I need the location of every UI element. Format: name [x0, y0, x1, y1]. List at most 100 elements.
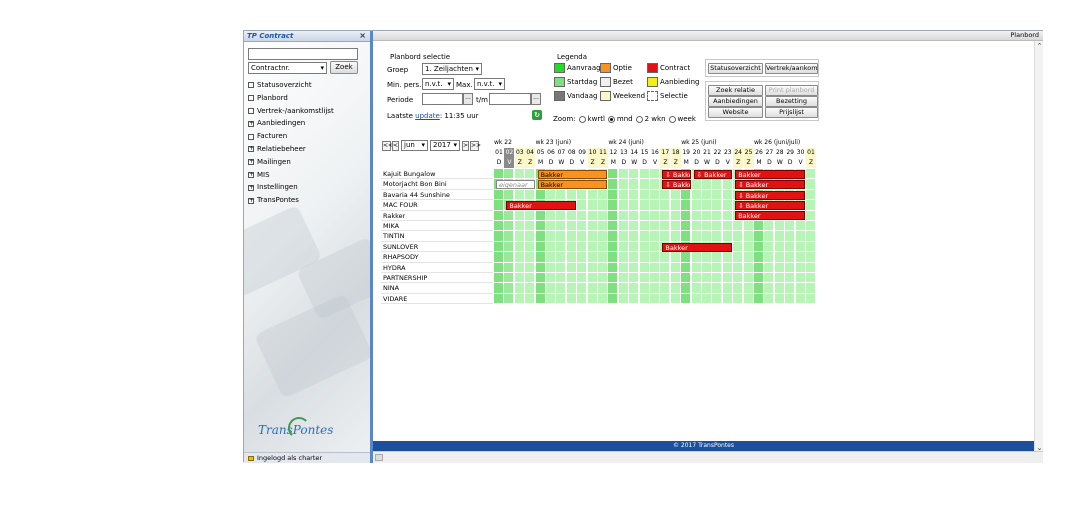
booking-bar[interactable]: Bakker — [735, 169, 805, 179]
grid-cell[interactable] — [546, 231, 556, 242]
periode-from-input[interactable] — [422, 93, 463, 105]
grid-cell[interactable] — [733, 221, 744, 232]
grid-cell[interactable] — [556, 262, 567, 273]
grid-cell[interactable] — [660, 273, 671, 284]
grid-cell[interactable] — [722, 189, 733, 201]
grid-cell[interactable] — [754, 252, 764, 263]
sidebar-item[interactable]: + Relatiebeheer — [248, 143, 334, 156]
grid-cell[interactable] — [514, 262, 525, 273]
grid-cell[interactable] — [608, 179, 619, 190]
grid-cell[interactable] — [629, 273, 640, 284]
grid-cell[interactable] — [764, 252, 775, 263]
grid-cell[interactable] — [681, 283, 692, 294]
grid-cell[interactable] — [598, 221, 608, 232]
grid-cell[interactable] — [774, 221, 785, 232]
grid-cell[interactable] — [722, 231, 733, 242]
boat-name[interactable]: MIKA — [381, 221, 493, 232]
grid-cell[interactable] — [702, 221, 712, 232]
grid-cell[interactable] — [629, 231, 640, 242]
grid-cell[interactable] — [546, 273, 556, 284]
close-icon[interactable]: × — [359, 31, 366, 40]
prev-period-button[interactable]: < — [392, 141, 399, 151]
grid-cell[interactable] — [608, 200, 619, 211]
horizontal-scrollbar[interactable] — [373, 451, 1043, 463]
grid-cell[interactable] — [514, 189, 525, 201]
grid-cell[interactable] — [618, 169, 629, 180]
grid-cell[interactable] — [566, 210, 577, 221]
boat-name[interactable]: VIDARE — [381, 293, 493, 305]
grid-cell[interactable] — [598, 273, 608, 284]
grid-cell[interactable] — [691, 179, 702, 190]
boat-name[interactable]: TINTIN — [381, 231, 493, 242]
grid-cell[interactable] — [514, 169, 525, 180]
grid-cell[interactable] — [494, 169, 504, 180]
grid-cell[interactable] — [722, 210, 733, 221]
grid-cell[interactable] — [795, 252, 806, 263]
grid-cell[interactable] — [504, 189, 515, 201]
grid-cell[interactable] — [556, 252, 567, 263]
grid-cell[interactable] — [806, 169, 816, 180]
boat-name[interactable]: NINA — [381, 283, 493, 294]
grid-cell[interactable] — [691, 189, 702, 201]
grid-cell[interactable] — [608, 189, 619, 201]
grid-cell[interactable] — [618, 293, 629, 305]
grid-cell[interactable] — [629, 221, 640, 232]
grid-cell[interactable] — [702, 200, 712, 211]
grid-cell[interactable] — [546, 189, 556, 201]
grid-cell[interactable] — [691, 293, 702, 305]
grid-cell[interactable] — [650, 283, 660, 294]
grid-cell[interactable] — [629, 200, 640, 211]
grid-cell[interactable] — [587, 241, 598, 253]
update-link[interactable]: update — [415, 112, 440, 120]
grid-cell[interactable] — [733, 262, 744, 273]
sidebar-item[interactable]: + Aanbiedingen — [248, 117, 334, 130]
grid-cell[interactable] — [618, 221, 629, 232]
booking-bar[interactable]: Bakker — [735, 211, 805, 221]
grid-cell[interactable] — [504, 241, 515, 253]
grid-cell[interactable] — [681, 262, 692, 273]
boat-name[interactable]: Rakker — [381, 210, 493, 221]
grid-cell[interactable] — [795, 231, 806, 242]
grid-cell[interactable] — [546, 221, 556, 232]
grid-cell[interactable] — [514, 210, 525, 221]
grid-cell[interactable] — [577, 200, 588, 211]
booking-bar[interactable]: ⇩ Bakker — [693, 169, 733, 179]
grid-cell[interactable] — [795, 262, 806, 273]
booking-bar[interactable]: ⇩ Bakker — [735, 200, 805, 210]
grid-cell[interactable] — [712, 179, 723, 190]
grid-cell[interactable] — [587, 262, 598, 273]
grid-cell[interactable] — [733, 231, 744, 242]
grid-cell[interactable] — [598, 252, 608, 263]
grid-cell[interactable] — [691, 283, 702, 294]
grid-cell[interactable] — [650, 231, 660, 242]
grid-cell[interactable] — [650, 273, 660, 284]
grid-cell[interactable] — [577, 252, 588, 263]
grid-cell[interactable] — [556, 221, 567, 232]
grid-cell[interactable] — [525, 169, 536, 180]
grid-cell[interactable] — [774, 273, 785, 284]
search-button[interactable]: Zoek — [330, 61, 358, 74]
grid-cell[interactable] — [587, 210, 598, 221]
grid-cell[interactable] — [629, 283, 640, 294]
month-select[interactable]: jun ▾ — [401, 140, 428, 151]
grid-cell[interactable] — [650, 252, 660, 263]
grid-cell[interactable] — [639, 200, 650, 211]
grid-cell[interactable] — [743, 252, 754, 263]
grid-cell[interactable] — [774, 231, 785, 242]
booking-bar[interactable]: ⇩ Bakker — [735, 190, 805, 200]
grid-cell[interactable] — [494, 189, 504, 201]
grid-cell[interactable] — [681, 189, 692, 201]
grid-cell[interactable] — [650, 200, 660, 211]
boat-name[interactable]: PARTNERSHIP — [381, 273, 493, 284]
grid-cell[interactable] — [494, 241, 504, 253]
grid-cell[interactable] — [504, 169, 515, 180]
grid-cell[interactable] — [712, 200, 723, 211]
grid-cell[interactable] — [514, 221, 525, 232]
grid-cell[interactable] — [587, 293, 598, 305]
grid-cell[interactable] — [702, 231, 712, 242]
grid-cell[interactable] — [525, 221, 536, 232]
grid-cell[interactable] — [535, 210, 546, 221]
zoom-radio[interactable] — [635, 115, 643, 123]
grid-cell[interactable] — [608, 221, 619, 232]
grid-cell[interactable] — [722, 200, 733, 211]
